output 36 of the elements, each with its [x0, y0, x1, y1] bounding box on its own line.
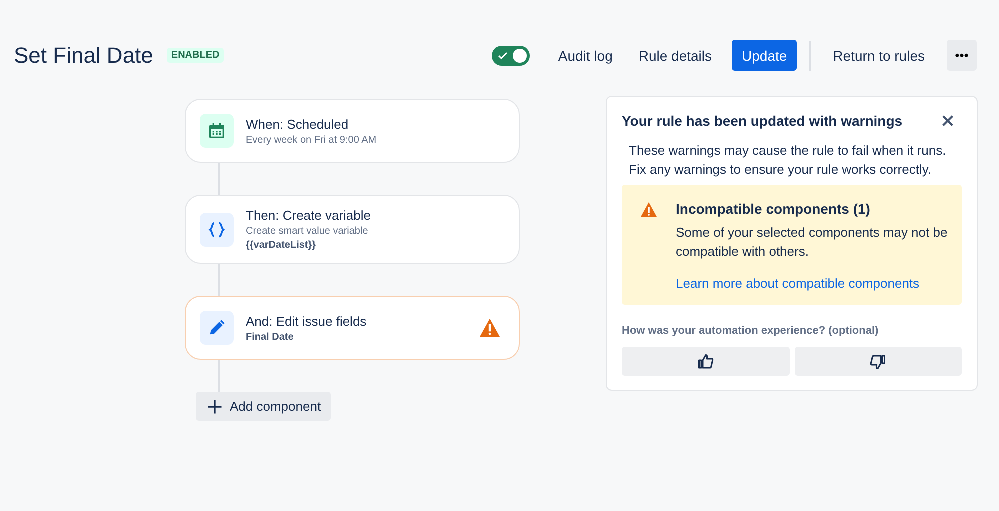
rule-title: Set Final Date	[14, 42, 154, 68]
update-button[interactable]: Update	[732, 40, 798, 71]
add-component-button[interactable]: Add component	[196, 392, 332, 421]
component-detail: {{varDateList}}	[246, 240, 318, 251]
component-card[interactable]: When: Scheduled Every week on Fri at 9:00 AM	[185, 99, 520, 163]
check-icon	[497, 50, 510, 62]
panel-title: Your rule has been updated with warnings	[622, 113, 903, 129]
warning-message: Some of your selected components may not be compatible with others.	[676, 224, 949, 261]
header-link-button[interactable]: Return to rules	[823, 40, 935, 71]
braces-icon	[207, 220, 227, 240]
status-lozenge: ENABLED	[167, 48, 224, 63]
plus-icon	[206, 398, 224, 416]
component-title: And: Edit issue fields	[246, 314, 368, 328]
component-card[interactable]: Then: Create variable Create smart value variable {{varDateList}}	[185, 195, 520, 264]
header-link-button[interactable]: Rule details	[628, 40, 722, 71]
warning-icon	[640, 201, 658, 219]
component-title: When: Scheduled	[246, 116, 350, 132]
component-detail: Create smart value variable	[246, 226, 370, 237]
thumbs-down-button[interactable]	[794, 347, 962, 376]
header-link-button[interactable]: Audit log	[548, 40, 623, 71]
thumbs-down-icon	[869, 352, 888, 370]
feedback-question: How was your automation experience? (optional)	[622, 325, 880, 337]
toggle-switch[interactable]	[492, 46, 530, 66]
component-title: Then: Create variable	[246, 208, 372, 223]
thumbs-up-button[interactable]	[622, 347, 790, 376]
warning-icon	[479, 317, 501, 339]
close-icon	[940, 113, 956, 129]
panel-message: These warnings may cause the rule to fail when it runs. Fix any warnings to ensure your rule works correctly.	[629, 142, 948, 179]
component-detail: Every week on Fri at 9:00 AM	[246, 134, 378, 146]
component-detail: Final Date	[246, 332, 295, 342]
component-card[interactable]: And: Edit issue fields Final Date	[185, 296, 520, 360]
calendar-icon	[207, 121, 227, 141]
more-button[interactable]: •••	[947, 40, 977, 71]
warning-title: Incompatible components (1)	[676, 201, 872, 217]
learn-more-link[interactable]: Learn more about compatible components	[676, 276, 950, 291]
thumbs-up-icon	[696, 352, 715, 370]
